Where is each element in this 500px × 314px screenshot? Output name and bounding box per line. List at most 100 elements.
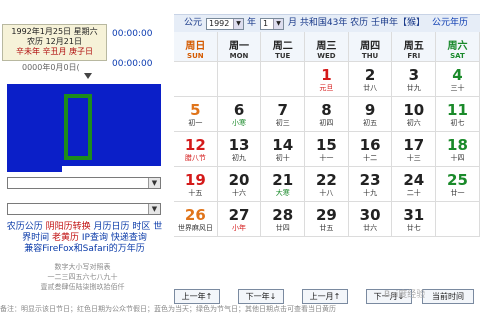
lunar-day-label: 元旦 bbox=[319, 84, 334, 92]
prev-month-button[interactable]: 上一月↑ bbox=[302, 289, 348, 304]
day-number: 11 bbox=[447, 101, 468, 119]
lunar-day-label: 廿一 bbox=[450, 189, 465, 197]
day-cell[interactable]: 29 廿五 bbox=[305, 202, 349, 237]
link-almanac[interactable]: 老黄历 bbox=[52, 233, 79, 243]
day-number: 28 bbox=[272, 206, 294, 224]
number-case-table: 数字大小写对照表 一二三四五六七八九十 壹贰叁肆伍陆柒捌玖拾佰仟 bbox=[20, 262, 145, 292]
day-cell[interactable]: 19 十五 bbox=[174, 167, 218, 202]
tooltip-ganzhi: 辛未年 辛丑月 庚子日 bbox=[15, 47, 94, 56]
day-number: 15 bbox=[315, 136, 337, 154]
era-label: 公元 bbox=[184, 18, 203, 28]
lunar-day-label: 廿八 bbox=[363, 84, 378, 92]
day-cell[interactable]: 27 小年 bbox=[217, 202, 262, 237]
day-number: 23 bbox=[359, 171, 381, 189]
day-cell[interactable]: 8 初四 bbox=[305, 97, 349, 132]
lunar-day-label: 十三 bbox=[406, 154, 421, 162]
day-number: 20 bbox=[228, 171, 250, 189]
link-compat-note[interactable]: 兼容FireFox和Safari的万年历 bbox=[24, 244, 145, 254]
day-cell[interactable]: 2 廿八 bbox=[348, 62, 393, 97]
city-select-2[interactable]: ▼ bbox=[7, 203, 161, 215]
year-calendar-link[interactable]: 公元年历 bbox=[432, 15, 468, 32]
day-cell[interactable]: 11 初七 bbox=[436, 97, 480, 132]
link-convert[interactable]: 阴阳历转换 bbox=[46, 222, 91, 232]
lunar-day-label: 大寒 bbox=[275, 189, 290, 197]
digit-zero-shape bbox=[64, 94, 92, 160]
day-cell[interactable]: 22 十八 bbox=[305, 167, 349, 202]
link-timezone[interactable]: 时区 bbox=[132, 222, 150, 232]
month-select[interactable]: 1 ▼ bbox=[260, 18, 284, 30]
year-select[interactable]: 1992 ▼ bbox=[206, 18, 244, 30]
link-world-prefix[interactable]: 世 bbox=[153, 222, 162, 232]
lunar-day-label: 廿五 bbox=[319, 224, 334, 232]
faded-date: 0000年0月0日( bbox=[22, 63, 80, 72]
day-cell[interactable]: 7 初三 bbox=[261, 97, 306, 132]
day-cell[interactable]: 15 十一 bbox=[305, 132, 349, 167]
lunar-day-label: 世界麻风日 bbox=[177, 224, 213, 232]
lunar-day-label: 廿七 bbox=[406, 224, 421, 232]
link-lunar-solar[interactable]: 农历公历 bbox=[7, 222, 43, 232]
day-cell[interactable]: 24 二十 bbox=[392, 167, 437, 202]
day-cell[interactable]: 4 三十 bbox=[436, 62, 480, 97]
day-cell[interactable]: 14 初十 bbox=[261, 132, 306, 167]
day-number: 24 bbox=[403, 171, 425, 189]
day-number: 14 bbox=[272, 136, 294, 154]
calendar-week-row: 1 元旦 2 廿八 3 廿九 4 三十 bbox=[174, 62, 480, 97]
day-cell[interactable]: 17 十三 bbox=[392, 132, 437, 167]
day-cell[interactable]: 9 初五 bbox=[348, 97, 393, 132]
day-cell[interactable]: 30 廿六 bbox=[348, 202, 393, 237]
next-year-button[interactable]: 下一年↓ bbox=[238, 289, 284, 304]
year-suffix: 年 bbox=[247, 18, 257, 28]
calendar-week-row: 26 世界麻风日 27 小年 28 廿四 29 廿五 30 廿六 31 廿七 bbox=[174, 202, 480, 237]
date-tooltip: 1992年1月25日 星期六 农历 12月21日 辛未年 辛丑月 庚子日 bbox=[2, 24, 107, 61]
empty-day-cell bbox=[436, 202, 480, 237]
link-ip-query[interactable]: IP查询 bbox=[82, 233, 108, 243]
empty-day-cell bbox=[174, 62, 218, 97]
day-number: 29 bbox=[315, 206, 337, 224]
day-cell[interactable]: 26 世界麻风日 bbox=[174, 202, 218, 237]
number-table-row-1: 一二三四五六七八九十 bbox=[47, 273, 118, 281]
weekday-fri: 周五 FRI bbox=[392, 32, 437, 62]
day-cell[interactable]: 5 初一 bbox=[174, 97, 218, 132]
link-month-calendar[interactable]: 月历日历 bbox=[93, 222, 129, 232]
day-cell[interactable]: 16 十二 bbox=[348, 132, 393, 167]
weekday-sat: 周六 SAT bbox=[436, 32, 480, 62]
year-value: 1992 bbox=[209, 19, 230, 28]
day-cell[interactable]: 21 大寒 bbox=[261, 167, 306, 202]
day-cell[interactable]: 6 小寒 bbox=[217, 97, 262, 132]
day-number: 17 bbox=[403, 136, 425, 154]
day-number: 25 bbox=[447, 171, 468, 189]
weekday-header: 周日 SUN 周一 MON 周二 TUE 周三 WED 周四 THU 周五 FRI 周六 SA… bbox=[174, 32, 480, 62]
day-cell[interactable]: 20 十六 bbox=[217, 167, 262, 202]
day-cell[interactable]: 1 元旦 bbox=[305, 62, 349, 97]
lunar-day-label: 初五 bbox=[363, 119, 378, 127]
day-cell[interactable]: 13 初九 bbox=[217, 132, 262, 167]
day-cell[interactable]: 18 十四 bbox=[436, 132, 480, 167]
day-cell[interactable]: 10 初六 bbox=[392, 97, 437, 132]
weekday-sun: 周日 SUN bbox=[174, 32, 218, 62]
day-cell[interactable]: 12 腊八节 bbox=[174, 132, 218, 167]
day-cell[interactable]: 31 廿七 bbox=[392, 202, 437, 237]
day-cell[interactable]: 23 十九 bbox=[348, 167, 393, 202]
lunar-day-label: 小年 bbox=[232, 224, 247, 232]
city-select-1[interactable]: ▼ bbox=[7, 177, 161, 189]
lunar-day-label: 十一 bbox=[319, 154, 334, 162]
day-number: 7 bbox=[277, 101, 288, 119]
day-number: 2 bbox=[364, 66, 376, 84]
link-world-time[interactable]: 界时间 bbox=[22, 233, 49, 243]
today-button[interactable]: 当前时间 bbox=[422, 289, 474, 304]
lunar-day-label: 十八 bbox=[319, 189, 334, 197]
footer-note: 备注：明显示该日节日；红色日期为公众节假日；蓝色为当天；绿色为节气日；其他日期点… bbox=[0, 305, 336, 313]
prev-year-button[interactable]: 上一年↑ bbox=[174, 289, 220, 304]
day-number: 21 bbox=[272, 171, 294, 189]
day-number: 4 bbox=[452, 66, 463, 84]
day-number: 13 bbox=[228, 136, 250, 154]
calendar-grid: 周日 SUN 周一 MON 周二 TUE 周三 WED 周四 THU 周五 FRI 周六 SA… bbox=[174, 32, 480, 237]
clock-time-1: 00:00:00 bbox=[112, 29, 153, 39]
day-number: 3 bbox=[408, 66, 419, 84]
link-express-query[interactable]: 快递查询 bbox=[111, 233, 147, 243]
day-cell[interactable]: 3 廿九 bbox=[392, 62, 437, 97]
day-number: 18 bbox=[447, 136, 468, 154]
day-cell[interactable]: 28 廿四 bbox=[261, 202, 306, 237]
day-number: 30 bbox=[359, 206, 381, 224]
day-cell[interactable]: 25 廿一 bbox=[436, 167, 480, 202]
